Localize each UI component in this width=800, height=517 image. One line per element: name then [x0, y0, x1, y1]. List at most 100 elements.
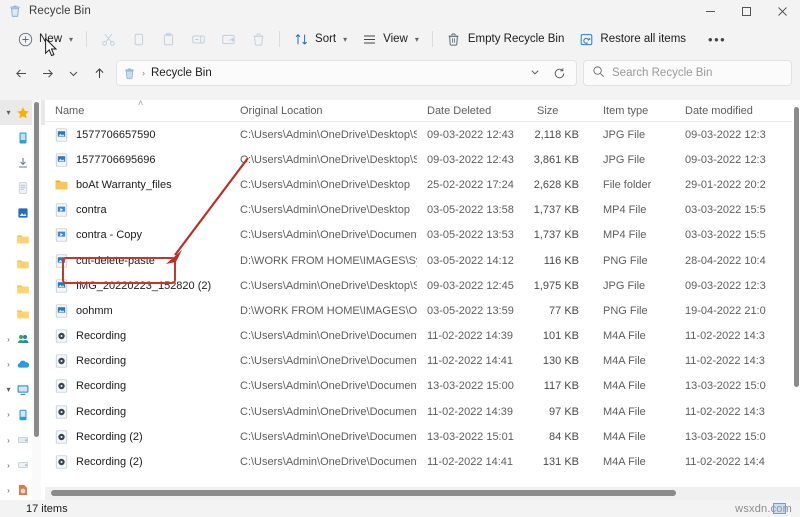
original-location-cell: C:\Users\Admin\OneDrive\Documents\T...: [240, 229, 417, 242]
refresh-icon[interactable]: [549, 67, 570, 80]
list-horizontal-scrollbar-thumb[interactable]: [51, 490, 676, 496]
chevron-right-icon[interactable]: ›: [2, 410, 15, 419]
table-row[interactable]: 1577706657590 C:\Users\Admin\OneDrive\Des…: [45, 122, 800, 147]
file-name-cell[interactable]: oohmm: [45, 303, 230, 318]
file-name-cell[interactable]: Recording (2): [45, 455, 230, 470]
cut-button[interactable]: [93, 26, 123, 52]
column-header-size[interactable]: Size: [527, 105, 593, 117]
file-name-cell[interactable]: Recording (2): [45, 429, 230, 444]
table-row[interactable]: Recording C:\Users\Admin\OneDrive\Documen…: [45, 349, 800, 374]
image-file-icon: [55, 253, 68, 268]
view-list-icon: [361, 31, 377, 47]
view-button[interactable]: View ▾: [354, 26, 426, 52]
breadcrumb-item-recycle-bin[interactable]: Recycle Bin: [151, 67, 212, 79]
item-type-cell: MP4 File: [603, 229, 647, 242]
file-name-cell[interactable]: Recording: [45, 404, 230, 419]
delete-button[interactable]: [243, 26, 273, 52]
table-row[interactable]: cut-delete-paste D:\WORK FROM HOME\IMAGES…: [45, 248, 800, 273]
list-vertical-scrollbar-thumb[interactable]: [793, 107, 799, 387]
date-modified-cell: 09-03-2022 12:3: [685, 128, 766, 141]
file-name-label: Recording: [76, 355, 127, 368]
table-row[interactable]: 1577706695696 C:\Users\Admin\OneDrive\Des…: [45, 147, 800, 172]
up-button[interactable]: [86, 60, 112, 86]
file-name-cell[interactable]: 1577706657590: [45, 127, 230, 142]
chevron-right-icon[interactable]: ›: [2, 335, 15, 344]
copy-button[interactable]: [123, 26, 153, 52]
column-header-date-modified[interactable]: Date modified: [675, 105, 780, 117]
column-header-item-type[interactable]: Item type: [593, 105, 675, 117]
recent-locations-button[interactable]: [60, 60, 86, 86]
column-header-original-location[interactable]: Original Location: [230, 105, 417, 117]
original-location-cell: C:\Users\Admin\OneDrive\Documents\S...: [240, 355, 417, 368]
table-row[interactable]: Recording C:\Users\Admin\OneDrive\Documen…: [45, 399, 800, 424]
toolbar-divider-3: [431, 31, 433, 47]
toolbar-divider: [86, 31, 88, 47]
rename-button[interactable]: [183, 26, 213, 52]
restore-all-items-button[interactable]: Restore all items: [571, 26, 693, 52]
recycle-bin-icon: [123, 67, 136, 80]
folder-icon: [15, 256, 31, 272]
file-name-cell[interactable]: Recording: [45, 354, 230, 369]
file-name-cell[interactable]: boAt Warranty_files: [45, 177, 230, 192]
local-disk-icon: [15, 407, 31, 423]
column-header-date-deleted[interactable]: Date Deleted: [417, 105, 527, 117]
date-deleted-cell: 11-02-2022 14:41: [427, 355, 514, 368]
chevron-right-icon[interactable]: ›: [2, 360, 15, 369]
back-button[interactable]: [8, 60, 34, 86]
file-name-cell[interactable]: contra - Copy: [45, 228, 230, 243]
original-location-cell: C:\Users\Admin\OneDrive\Documents\S...: [240, 430, 417, 443]
original-location-cell: C:\Users\Admin\OneDrive\Desktop: [240, 204, 410, 217]
file-name-label: cut-delete-paste: [76, 254, 155, 267]
chevron-right-icon[interactable]: ›: [2, 486, 15, 495]
date-modified-cell: 03-03-2022 15:5: [685, 229, 766, 242]
list-horizontal-scrollbar[interactable]: [45, 487, 800, 500]
size-cell: 117 KB: [543, 380, 579, 393]
overflow-menu-button[interactable]: •••: [693, 26, 741, 52]
minimize-button[interactable]: [692, 0, 728, 22]
table-row[interactable]: IMG_20220223_152820 (2) C:\Users\Admin\On…: [45, 273, 800, 298]
nav-scrollbar-thumb[interactable]: [34, 102, 39, 437]
table-row[interactable]: oohmm D:\WORK FROM HOME\IMAGES\O&O Di... 0…: [45, 298, 800, 323]
table-row[interactable]: Recording (2) C:\Users\Admin\OneDrive\Doc…: [45, 424, 800, 449]
file-name-cell[interactable]: IMG_20220223_152820 (2): [45, 278, 230, 293]
file-name-cell[interactable]: Recording: [45, 379, 230, 394]
file-name-cell[interactable]: contra: [45, 203, 230, 218]
column-header-row: Name Original Location Date Deleted Size…: [45, 100, 800, 122]
chevron-right-icon[interactable]: ›: [2, 436, 15, 445]
table-row[interactable]: Recording C:\Users\Admin\OneDrive\Documen…: [45, 324, 800, 349]
chevron-right-icon[interactable]: ›: [2, 461, 15, 470]
list-vertical-scrollbar[interactable]: [792, 100, 800, 483]
item-type-cell: JPG File: [603, 279, 646, 292]
breadcrumb-bar[interactable]: › Recycle Bin: [116, 60, 577, 86]
item-type-cell: File folder: [603, 178, 652, 191]
window-controls: [692, 0, 800, 22]
maximize-button[interactable]: [728, 0, 764, 22]
table-row[interactable]: contra - Copy C:\Users\Admin\OneDrive\Doc…: [45, 223, 800, 248]
sort-indicator-icon: ˄: [138, 100, 144, 108]
chevron-down-icon[interactable]: ▾: [2, 385, 15, 394]
table-row[interactable]: Recording (2) C:\Users\Admin\OneDrive\Doc…: [45, 449, 800, 474]
chevron-down-icon[interactable]: [523, 66, 547, 80]
view-label: View: [383, 33, 408, 45]
share-button[interactable]: [213, 26, 243, 52]
item-type-cell: M4A File: [603, 380, 646, 393]
sort-button[interactable]: Sort ▾: [286, 26, 354, 52]
chevron-down-icon: ▾: [69, 34, 74, 44]
file-name-cell[interactable]: 1577706695696: [45, 152, 230, 167]
documents-icon: [15, 180, 31, 196]
table-row[interactable]: contra C:\Users\Admin\OneDrive\Desktop 03-…: [45, 198, 800, 223]
empty-recycle-bin-button[interactable]: Empty Recycle Bin: [439, 26, 572, 52]
file-name-cell[interactable]: Recording: [45, 329, 230, 344]
chevron-down-icon[interactable]: ▾: [2, 108, 15, 117]
forward-button[interactable]: [34, 60, 60, 86]
file-name-label: Recording (2): [76, 456, 143, 469]
search-box[interactable]: Search Recycle Bin: [583, 60, 792, 86]
table-row[interactable]: Recording C:\Users\Admin\OneDrive\Documen…: [45, 374, 800, 399]
share-icon: [220, 31, 236, 47]
search-input[interactable]: Search Recycle Bin: [612, 67, 712, 79]
close-button[interactable]: [764, 0, 800, 22]
date-modified-cell: 09-03-2022 12:3: [685, 279, 766, 292]
file-name-cell[interactable]: cut-delete-paste: [45, 253, 230, 268]
table-row[interactable]: boAt Warranty_files C:\Users\Admin\OneDri…: [45, 172, 800, 197]
paste-button[interactable]: [153, 26, 183, 52]
